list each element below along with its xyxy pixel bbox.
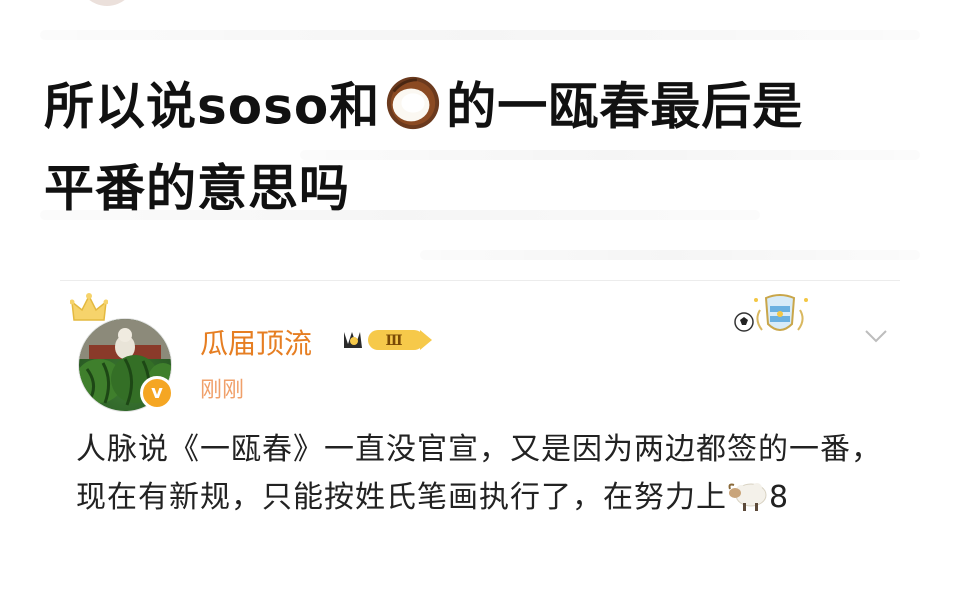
football-card-decoration-icon [734, 294, 808, 332]
question-part-2: 的一瓯春最后是 [446, 77, 804, 136]
weibo-screenshot: 所以说soso和 的一瓯春最后是 平番的意思吗 v 瓜届顶流 Ⅲ 刚刚 人脉说《… [0, 0, 960, 596]
post-timestamp: 刚刚 [200, 378, 245, 403]
username[interactable]: 瓜届顶流 [200, 322, 312, 362]
question-part-1: 所以说soso和 [44, 77, 381, 136]
crown-decoration-icon [70, 293, 108, 321]
vip-level-text: Ⅲ [385, 333, 402, 349]
coconut-icon [387, 76, 440, 129]
question-title: 所以说soso和 的一瓯春最后是 平番的意思吗 [44, 64, 924, 227]
divider [60, 280, 900, 281]
vip-level-badge[interactable]: Ⅲ [342, 326, 434, 354]
sheep-icon [728, 482, 767, 511]
user-avatar-group[interactable]: v [64, 292, 180, 414]
verified-badge: v [140, 376, 174, 410]
post-body: 人脉说《一瓯春》一直没官宣，又是因为两边都签的一番，现在有新规，只能按姓氏笔画执… [76, 426, 896, 522]
post-body-suffix: 8 [769, 480, 790, 515]
question-part-3: 平番的意思吗 [44, 159, 350, 217]
chevron-down-icon[interactable] [862, 326, 890, 346]
